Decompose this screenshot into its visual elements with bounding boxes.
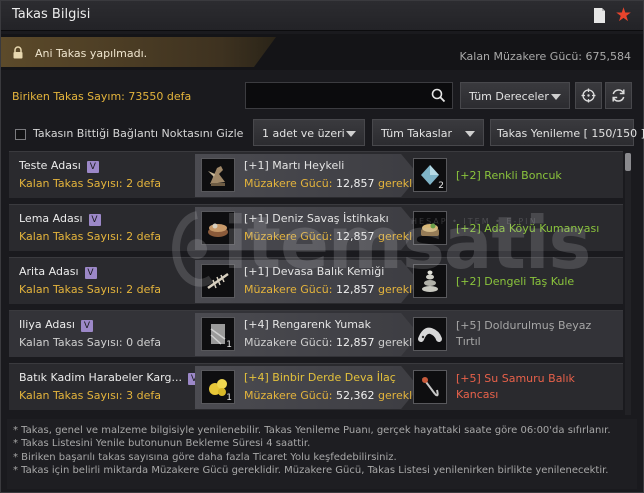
crosshair-icon	[581, 88, 596, 103]
remaining-trades: Kalan Takas Sayısı: 2 defa	[19, 283, 161, 296]
item-quantity: 2	[438, 181, 444, 191]
fish-bone-icon	[207, 272, 229, 290]
power-required: Müzakere Gücü: 12,857 gerekli	[244, 177, 416, 190]
refresh-button[interactable]	[605, 82, 632, 109]
accumulated-trade-count: Biriken Takas Sayım: 73550 defa	[12, 90, 192, 103]
grade-badge-icon: V	[80, 320, 93, 332]
stuffed-caterpillar-icon	[418, 327, 442, 342]
get-item-slot[interactable]	[413, 264, 447, 298]
trade-reset-button[interactable]: Takas Yenileme [ 150/150 ]	[490, 119, 644, 146]
island-name: Iliya Adası V	[19, 318, 93, 332]
trade-list: Teste Adası V Kalan Takas Sayısı: 2 defa …	[9, 151, 623, 415]
trade-row[interactable]: Iliya Adası V Kalan Takas Sayısı: 0 defa …	[9, 310, 623, 357]
give-item-slot[interactable]	[201, 158, 235, 192]
chevron-down-icon	[551, 94, 561, 100]
hide-finished-label[interactable]: Takasın Bittiği Bağlantı Noktasını Gizle	[33, 127, 243, 140]
give-item-name: [+4] Rengarenk Yumak	[244, 318, 372, 331]
trade-row[interactable]: Batık Kadim Harabeler Karg... V Kalan Tak…	[9, 363, 623, 410]
trade-row[interactable]: Lema Adası V Kalan Takas Sayısı: 2 defa […	[9, 204, 623, 251]
trade-type-label: Tüm Takaslar	[381, 127, 453, 140]
power-required: Müzakere Gücü: 52,362 gerekli	[244, 389, 416, 402]
note-line: * Biriken başarılı takas sayısına göre d…	[13, 452, 397, 463]
get-item-slot[interactable]	[413, 211, 447, 245]
search-input[interactable]	[250, 86, 426, 105]
scroll-thumb[interactable]	[625, 153, 631, 171]
power-required: Müzakere Gücü: 12,857 gerekli	[244, 283, 416, 296]
give-item-name: [+4] Binbir Derde Deva İlaç	[244, 371, 396, 384]
grade-badge-icon: V	[88, 214, 101, 226]
document-icon[interactable]	[591, 7, 608, 24]
stone-tower-icon	[422, 270, 438, 292]
trade-info-window: Takas Bilgisi ★ Ani Takas yapılmadı. Kal…	[0, 0, 644, 493]
chevron-down-icon	[346, 131, 356, 137]
remaining-power: Kalan Müzakere Gücü: 675,584	[459, 50, 632, 63]
give-item-slot[interactable]: 1	[201, 317, 235, 351]
grade-filter-label: Tüm Dereceler	[469, 90, 549, 103]
refresh-icon	[612, 89, 625, 102]
notice-text: Ani Takas yapılmadı.	[35, 47, 148, 60]
get-item-name: [+2] Dengeli Taş Kule	[456, 275, 575, 288]
notice-bar: Ani Takas yapılmadı. Kalan Müzakere Gücü…	[1, 34, 643, 70]
item-quantity: 1	[226, 393, 232, 403]
grade-filter-dropdown[interactable]: Tüm Dereceler	[460, 82, 570, 109]
trade-row[interactable]: Teste Adası V Kalan Takas Sayısı: 2 defa …	[9, 151, 623, 198]
get-item-name: [+5] Su Samuru Balık Kancası	[456, 372, 575, 401]
note-line: * Takas, genel ve malzeme bilgisiyle yen…	[13, 425, 611, 436]
lock-icon	[13, 46, 23, 59]
locate-button[interactable]	[575, 82, 602, 109]
item-quantity: 1	[226, 340, 232, 350]
quantity-filter-dropdown[interactable]: 1 adet ve üzeri	[253, 119, 365, 146]
power-required: Müzakere Gücü: 12,857 gerekli	[244, 336, 416, 349]
otter-fishhook-icon	[422, 377, 439, 397]
trade-type-dropdown[interactable]: Tüm Takaslar	[372, 119, 484, 146]
grade-badge-icon: V	[84, 267, 97, 279]
remaining-trades: Kalan Takas Sayısı: 2 defa	[19, 177, 161, 190]
get-item-slot[interactable]: 2	[413, 158, 447, 192]
trade-row[interactable]: Arita Adası V Kalan Takas Sayısı: 2 defa …	[9, 257, 623, 304]
island-name: Batık Kadim Harabeler Karg... V	[19, 371, 200, 385]
search-box[interactable]	[245, 82, 453, 109]
give-item-name: [+1] Martı Heykeli	[244, 159, 345, 172]
get-item-name: [+2] Ada Köyü Kumanyası	[456, 222, 600, 235]
notice-banner: Ani Takas yapılmadı.	[1, 37, 276, 67]
island-ration-icon	[421, 223, 439, 236]
give-item-slot[interactable]	[201, 264, 235, 298]
quantity-filter-label: 1 adet ve üzeri	[262, 127, 345, 140]
island-name: Arita Adası V	[19, 265, 97, 279]
give-item-slot[interactable]: 1	[201, 370, 235, 404]
search-icon[interactable]	[431, 88, 446, 103]
naval-supply-icon	[208, 223, 228, 237]
title-bar[interactable]: Takas Bilgisi ★	[1, 1, 643, 31]
get-item-name: [+5] Doldurulmuş Beyaz Tırtıl	[456, 319, 592, 348]
remaining-trades: Kalan Takas Sayısı: 2 defa	[19, 230, 161, 243]
get-item-slot[interactable]	[413, 317, 447, 351]
power-required: Müzakere Gücü: 12,857 gerekli	[244, 230, 416, 243]
note-line: * Takas Listesini Yenile butonunun Bekle…	[13, 438, 311, 449]
give-item-slot[interactable]	[201, 211, 235, 245]
info-notes: * Takas, genel ve malzeme bilgisiyle yen…	[7, 419, 637, 489]
note-line: * Takas için belirli miktarda Müzakere G…	[13, 465, 609, 476]
list-scrollbar[interactable]	[625, 153, 631, 415]
hide-finished-checkbox[interactable]	[15, 129, 26, 140]
window-title: Takas Bilgisi	[12, 7, 91, 22]
give-item-name: [+1] Deniz Savaş İstihkakı	[244, 212, 389, 225]
get-item-name: [+2] Renkli Boncuk	[456, 169, 562, 182]
favorite-star-icon[interactable]: ★	[615, 6, 632, 25]
trade-reset-label: Takas Yenileme [ 150/150 ]	[497, 127, 644, 140]
chevron-down-icon	[465, 131, 475, 137]
island-name: Teste Adası V	[19, 159, 99, 173]
grade-badge-icon: V	[86, 161, 99, 173]
remaining-trades: Kalan Takas Sayısı: 3 defa	[19, 389, 161, 402]
remaining-trades: Kalan Takas Sayısı: 0 defa	[19, 336, 161, 349]
gull-statue-icon	[208, 166, 225, 186]
give-item-name: [+1] Devasa Balık Kemiği	[244, 265, 385, 278]
get-item-slot[interactable]	[413, 370, 447, 404]
island-name: Lema Adası V	[19, 212, 101, 226]
